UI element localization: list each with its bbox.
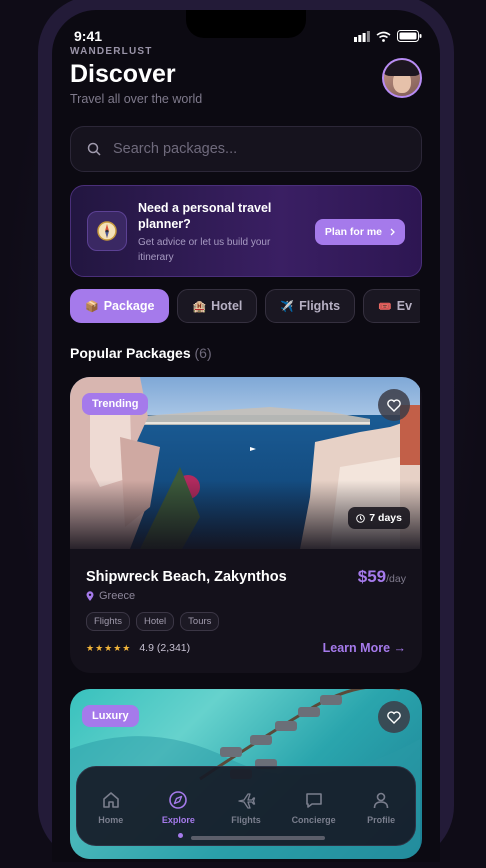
battery-icon — [397, 30, 422, 42]
tab-package[interactable]: 📦 Package — [70, 289, 170, 323]
favorite-button[interactable] — [378, 701, 410, 733]
home-indicator — [191, 836, 325, 840]
tab-hotel-label: Hotel — [211, 299, 243, 313]
tab-flights-label: Flights — [299, 299, 341, 313]
package-card[interactable]: Trending 7 days Shipwreck Beach, Zakynth… — [70, 377, 422, 673]
planner-title: Need a personal travel planner? — [138, 201, 272, 231]
tab-events[interactable]: 🎟️ Ev — [363, 289, 420, 323]
learn-more-link[interactable]: Learn More → — [323, 641, 406, 655]
wifi-icon — [376, 31, 391, 42]
tab-flights[interactable]: ✈️ Flights — [265, 289, 356, 323]
app-screen: 9:41 WANDERLUST Discover Travel all over… — [52, 10, 440, 862]
package-location: Greece — [86, 590, 406, 602]
status-bar: 9:41 — [74, 26, 422, 46]
duration-badge: 7 days — [348, 507, 410, 529]
tab-concierge[interactable]: Concierge — [284, 790, 344, 825]
page-title: Discover — [70, 60, 176, 88]
section-title: Popular Packages (6) — [70, 345, 422, 361]
user-icon — [373, 792, 389, 808]
tab-events-label: Ev — [396, 299, 413, 313]
feature-tags: Flights Hotel Tours — [86, 612, 406, 631]
rating-value: 4.9 (2,341) — [139, 642, 191, 654]
status-time: 9:41 — [74, 28, 103, 44]
planner-banner[interactable]: Need a personal travel planner? Get advi… — [70, 185, 422, 277]
search-placeholder: Search packages... — [113, 141, 238, 157]
tab-flights[interactable]: Flights — [216, 790, 276, 825]
active-tab-indicator — [178, 833, 183, 838]
location-label: Greece — [99, 590, 136, 602]
tab-flights-label: Flights — [231, 814, 261, 825]
luxury-badge: Luxury — [82, 705, 139, 727]
feature-tag: Tours — [180, 612, 220, 631]
phone-frame: 9:41 WANDERLUST Discover Travel all over… — [38, 0, 454, 862]
bottom-tab-bar: Home Explore Flights Concierge Profile — [76, 766, 416, 846]
airplane-icon: ✈️ — [280, 300, 295, 313]
tab-hotel[interactable]: 🏨 Hotel — [177, 289, 258, 323]
section-count: (6) — [194, 345, 212, 361]
section-title-text: Popular Packages — [70, 345, 191, 361]
compass-badge — [87, 211, 127, 251]
search-input[interactable]: Search packages... — [70, 126, 422, 172]
status-icons — [354, 30, 422, 42]
feature-tag: Flights — [86, 612, 130, 631]
star-rating-icon: ★★★★★ — [86, 642, 132, 653]
price-value: $59 — [357, 567, 387, 586]
page-subtitle: Travel all over the world — [70, 92, 203, 106]
trending-badge: Trending — [82, 393, 149, 415]
brand-label: WANDERLUST — [70, 46, 153, 57]
tab-home[interactable]: Home — [81, 790, 141, 825]
duration-label: 7 days — [369, 512, 402, 524]
favorite-button[interactable] — [378, 389, 410, 421]
home-icon — [102, 791, 119, 808]
plane-icon — [238, 792, 256, 809]
tab-explore[interactable]: Explore — [148, 790, 208, 825]
tab-home-label: Home — [98, 814, 124, 825]
package-price: $59/day — [358, 567, 406, 587]
ticket-icon: 🎟️ — [378, 300, 392, 313]
price-unit: /day — [386, 573, 406, 585]
package-details: Shipwreck Beach, Zakynthos $59/day Greec… — [70, 549, 422, 655]
tab-profile-label: Profile — [367, 814, 396, 825]
tab-concierge-label: Concierge — [291, 814, 336, 825]
tab-profile[interactable]: Profile — [351, 790, 411, 825]
planner-text: Need a personal travel planner? Get advi… — [138, 200, 298, 265]
main-content: WANDERLUST Discover Travel all over the … — [70, 46, 422, 859]
compass-icon — [169, 790, 188, 809]
planner-description: Get advice or let us build your itinerar… — [138, 237, 271, 263]
package-icon: 📦 — [85, 300, 99, 313]
compass-icon — [97, 221, 117, 241]
plan-button-label: Plan for me — [324, 226, 382, 238]
plan-for-me-button[interactable]: Plan for me — [314, 219, 405, 245]
category-tabs: 📦 Package 🏨 Hotel ✈️ Flights 🎟️ Ev — [70, 289, 420, 323]
tab-explore-label: Explore — [161, 814, 195, 825]
signal-icon — [354, 30, 370, 42]
chat-icon — [305, 792, 322, 808]
chevron-right-icon — [390, 228, 395, 236]
hotel-icon: 🏨 — [192, 300, 207, 313]
heart-icon — [387, 398, 401, 412]
avatar[interactable] — [382, 58, 422, 98]
rating-group: ★★★★★ 4.9 (2,341) — [86, 642, 190, 654]
tab-package-label: Package — [103, 299, 155, 313]
heart-icon — [387, 710, 401, 724]
package-image: Trending 7 days — [70, 377, 422, 549]
rating-row: ★★★★★ 4.9 (2,341) Learn More → — [86, 641, 406, 655]
location-pin-icon — [86, 591, 94, 601]
avatar-hair — [384, 60, 420, 76]
search-icon — [87, 142, 101, 156]
feature-tag: Hotel — [135, 612, 175, 631]
clock-icon — [356, 513, 366, 523]
